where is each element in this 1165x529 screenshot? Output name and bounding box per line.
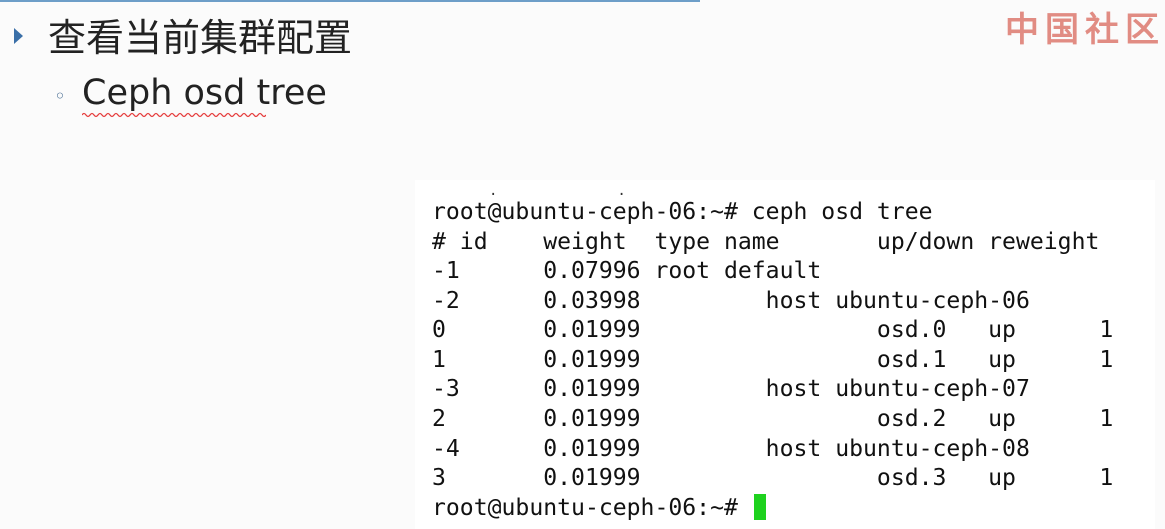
terminal-header-line: # id weight type name up/down reweight xyxy=(432,229,1100,255)
triangle-bullet-icon xyxy=(14,28,23,44)
watermark-logo: 中国社区 xyxy=(1005,10,1165,50)
terminal-output-line: -2 0.03998 host ubuntu-ceph-06 xyxy=(432,288,1030,314)
slide-top-rule xyxy=(0,0,700,2)
terminal-artifact: .. xyxy=(489,183,746,199)
terminal-output-line: -1 0.07996 root default xyxy=(432,258,822,284)
terminal-prompt: root@ubuntu-ceph-06:~# xyxy=(432,495,738,521)
spellcheck-underline xyxy=(82,112,266,118)
terminal-output-line: 0 0.01999 osd.0 up 1 xyxy=(432,317,1114,343)
terminal-output-line: 3 0.01999 osd.3 up 1 xyxy=(432,465,1114,491)
slide-subheading: Ceph osd tree xyxy=(82,73,327,113)
circle-bullet-icon: ◦ xyxy=(54,84,66,108)
terminal-cursor[interactable] xyxy=(753,494,766,520)
terminal-prompt-line[interactable]: root@ubuntu-ceph-06:~# xyxy=(432,494,766,524)
terminal-output-line: -4 0.01999 host ubuntu-ceph-08 xyxy=(432,436,1030,462)
terminal-command-line: root@ubuntu-ceph-06:~# ceph osd tree xyxy=(432,199,933,225)
terminal-output-line: -3 0.01999 host ubuntu-ceph-07 xyxy=(432,376,1030,402)
terminal-output-line: 1 0.01999 osd.1 up 1 xyxy=(432,347,1114,373)
terminal-output-line: 2 0.01999 osd.2 up 1 xyxy=(432,406,1114,432)
slide-heading: 查看当前集群配置 xyxy=(48,16,353,60)
